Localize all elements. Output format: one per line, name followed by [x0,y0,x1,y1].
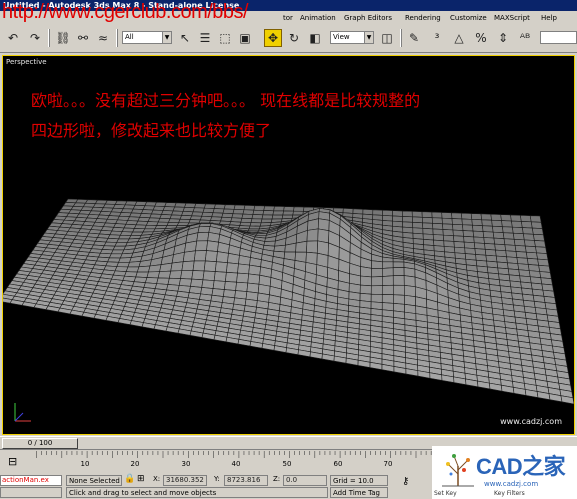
tick-label: 50 [282,460,292,468]
select-and-link-icon[interactable]: ⛓ [54,29,72,47]
tick-label: 70 [383,460,393,468]
mini-curve-editor-icon[interactable]: ⊟ [8,455,22,468]
selection-filter-dropdown[interactable]: All ▼ [122,31,172,44]
chevron-down-icon: ▼ [364,32,373,43]
main-toolbar: ↶ ↷ ⛓ ⚯ ≈ All ▼ ↖ ☰ ⬚ ▣ ✥ ↻ ◧ View ▼ ◫ ✎… [0,25,577,53]
x-coordinate-field[interactable]: 31680.352 [163,475,207,486]
maxscript-listener[interactable]: actionMan.ex [0,475,62,486]
viewport-label[interactable]: Perspective [6,58,47,66]
logo-footer: Set Key Key Filters [432,490,577,499]
toolbar-divider [48,29,50,47]
angle-snap-icon[interactable]: △ [450,29,468,47]
menu-item-help[interactable]: Help [541,11,557,25]
select-by-name-icon[interactable]: ☰ [196,29,214,47]
menu-item-customize[interactable]: Customize [450,11,487,25]
cadzj-watermark-logo: CAD之家 www.cadzj.com Set Key Key Filters [432,446,577,499]
reference-coordinate-dropdown[interactable]: View ▼ [330,31,374,44]
toolbar-divider [116,29,118,47]
maxscript-listener-output[interactable] [0,487,62,498]
add-time-tag-button[interactable]: Add Time Tag [330,487,388,498]
z-coordinate-field[interactable]: 0.0 [283,475,327,486]
tick-label: 40 [231,460,241,468]
menu-item-graph-editors[interactable]: Graph Editors [344,11,392,25]
cadzj-brand: CAD之家 [476,454,566,479]
menu-item-tor[interactable]: tor [283,11,293,25]
grid-size-display: Grid = 10.0 [330,475,388,486]
menu-item-animation[interactable]: Animation [300,11,336,25]
lock-selection-icon[interactable]: 🔒 [124,474,135,484]
tick-label: 60 [333,460,343,468]
select-object-icon[interactable]: ↖ [176,29,194,47]
prompt-line: Click and drag to select and move object… [66,487,328,498]
z-label: Z: [273,475,281,483]
menu-item-rendering[interactable]: Rendering [405,11,441,25]
manipulate-icon[interactable]: ✎ [405,29,423,47]
edit-named-selection-icon[interactable]: ᴬᴮ [516,29,534,47]
caption-line-1: 欧啦。。。没有超过三分钟吧。。。 现在线都是比较规整的 [31,91,421,110]
set-key-button[interactable]: Set Key [434,490,457,497]
y-label: Y: [214,475,220,483]
url-watermark: http://www.cgerclub.com/bbs/ [2,1,249,23]
named-selection-sets-field[interactable] [540,31,577,44]
tutorial-caption: 欧啦。。。没有超过三分钟吧。。。 现在线都是比较规整的 四边形啦，修改起来也比较… [31,86,420,146]
menu-item-maxscript[interactable]: MAXScript [494,11,530,25]
cadzj-url: www.cadzj.com [484,480,539,488]
key-filters-button[interactable]: Key Filters [494,490,525,497]
y-coordinate-field[interactable]: 8723.816 [224,475,268,486]
x-label: X: [153,475,161,483]
tick-label: 10 [80,460,90,468]
bind-space-warp-icon[interactable]: ≈ [94,29,112,47]
toolbar-divider [400,29,402,47]
percent-snap-icon[interactable]: % [472,29,490,47]
selection-filter-value: All [125,33,134,41]
redo-icon[interactable]: ↷ [26,29,44,47]
tick-label: 30 [181,460,191,468]
perspective-viewport[interactable]: Perspective 欧啦。。。没有超过三分钟吧。。。 现在线都是比较规整的 … [2,55,575,435]
time-slider-thumb[interactable]: 0 / 100 [2,438,78,449]
unlink-icon[interactable]: ⚯ [74,29,92,47]
snap-toggle-icon[interactable]: ³ [428,29,446,47]
reference-coordinate-value: View [333,33,350,41]
select-and-move-icon[interactable]: ✥ [264,29,282,47]
rectangular-selection-icon[interactable]: ⬚ [216,29,234,47]
pivot-center-icon[interactable]: ◫ [378,29,396,47]
axis-tripod-icon [14,403,31,422]
viewport-footer-url: www.cadzj.com [500,417,562,426]
undo-icon[interactable]: ↶ [4,29,22,47]
caption-line-2: 四边形啦，修改起来也比较方便了 [31,121,272,140]
selection-status: None Selected [66,475,122,486]
chevron-down-icon: ▼ [162,32,171,43]
absolute-mode-icon[interactable]: ⊞ [137,474,145,484]
select-and-scale-icon[interactable]: ◧ [306,29,324,47]
key-icon[interactable]: ⚷ [402,476,409,487]
window-crossing-icon[interactable]: ▣ [236,29,254,47]
tree-icon [442,454,474,487]
select-and-rotate-icon[interactable]: ↻ [285,29,303,47]
tick-label: 20 [130,460,140,468]
spinner-snap-icon[interactable]: ⇕ [494,29,512,47]
